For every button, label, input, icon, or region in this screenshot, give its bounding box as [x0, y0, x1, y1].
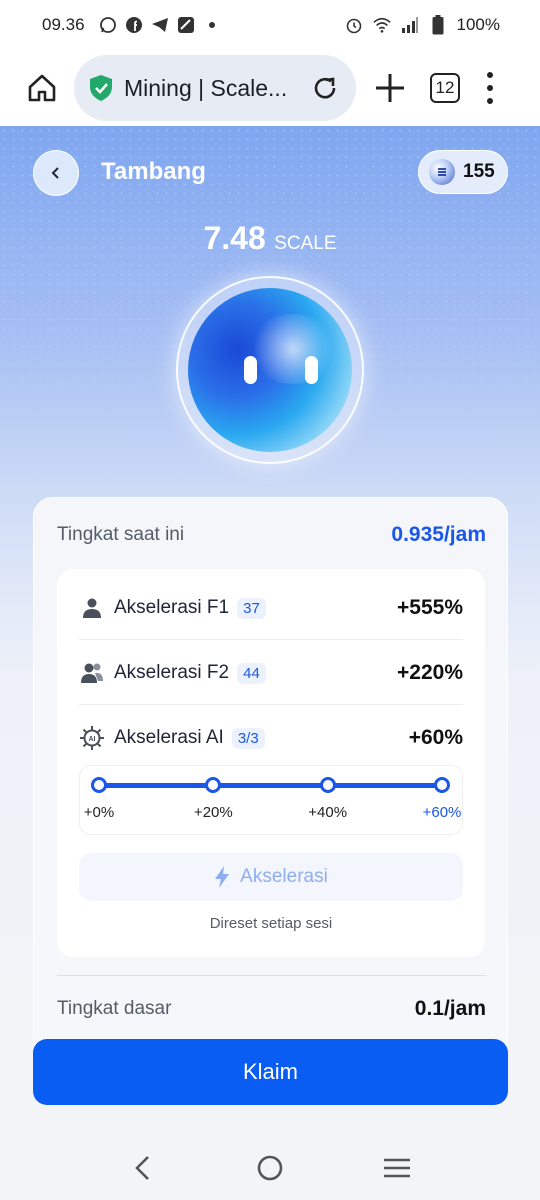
more-menu-button[interactable] — [486, 72, 494, 104]
browser-toolbar: Mining | Scale... 12 — [0, 50, 540, 126]
signal-icon — [401, 16, 419, 34]
more-dot — [487, 98, 493, 104]
nav-recents-button[interactable] — [377, 1148, 417, 1188]
status-time: 09.36 — [42, 15, 85, 34]
acceleration-count-badge: 3/3 — [231, 727, 265, 749]
scale-coin-icon — [429, 159, 455, 185]
telegram-icon — [151, 16, 169, 34]
acceleration-ai-row: AI Akselerasi AI 3/3 +60% — [79, 720, 463, 756]
plus-icon — [376, 74, 404, 102]
current-rate-row: Tingkat saat ini 0.935/jam — [57, 523, 486, 547]
current-rate-label: Tingkat saat ini — [57, 524, 185, 545]
dot-icon — [203, 16, 221, 34]
whatsapp-icon — [99, 16, 117, 34]
page-url-title: Mining | Scale... — [124, 74, 288, 101]
slider-knob[interactable] — [205, 777, 222, 793]
lightning-icon — [215, 866, 230, 888]
divider — [79, 639, 463, 640]
back-button[interactable] — [33, 150, 79, 196]
chevron-left-icon — [135, 1156, 150, 1180]
tab-count: 12 — [435, 78, 455, 97]
divider — [57, 975, 486, 976]
acceleration-percent: +220% — [397, 661, 463, 684]
current-rate-value: 0.935/jam — [391, 523, 486, 546]
mining-page: Tambang 155 7.48 SCALE Tingkat saat ini … — [0, 126, 540, 1136]
battery-percent: 100% — [456, 15, 500, 34]
people-icon — [79, 660, 105, 686]
acceleration-name: Akselerasi F2 — [114, 662, 230, 683]
circle-home-icon — [257, 1155, 283, 1181]
claim-button[interactable]: Klaim — [33, 1039, 508, 1105]
slider-level-label: +60% — [422, 804, 462, 821]
nav-home-button[interactable] — [250, 1148, 290, 1188]
acceleration-f2-row: Akselerasi F2 44 +220% — [79, 655, 463, 691]
reload-button[interactable] — [308, 71, 342, 105]
system-nav-bar — [0, 1136, 540, 1200]
chevron-left-icon — [51, 167, 59, 179]
home-icon — [28, 74, 56, 102]
more-dot — [487, 72, 493, 78]
accelerate-button-label: Akselerasi — [240, 866, 328, 887]
address-bar[interactable]: Mining | Scale... — [74, 55, 356, 121]
accelerate-button[interactable]: Akselerasi — [79, 853, 463, 901]
status-left: 09.36 — [42, 15, 221, 35]
wifi-icon — [372, 16, 391, 34]
page-title: Tambang — [101, 158, 206, 185]
reset-note: Direset setiap sesi — [209, 915, 333, 932]
alarm-icon — [345, 16, 363, 34]
gallery-icon — [177, 16, 195, 34]
orb-sphere — [188, 288, 352, 452]
acceleration-panel: Akselerasi F1 37 +555% Akselerasi F2 44 … — [57, 569, 485, 957]
mining-orb[interactable] — [176, 276, 364, 464]
menu-lines-icon — [383, 1158, 410, 1178]
orb-eye-right — [305, 356, 318, 384]
svg-text:AI: AI — [89, 736, 96, 743]
mined-amount: 7.48 SCALE — [0, 220, 540, 257]
acceleration-name: Akselerasi AI — [114, 727, 224, 748]
new-tab-button[interactable] — [370, 68, 410, 108]
acceleration-count-badge: 44 — [237, 662, 266, 684]
home-button[interactable] — [20, 66, 64, 110]
acceleration-f1-row: Akselerasi F1 37 +555% — [79, 590, 463, 626]
acceleration-count-badge: 37 — [237, 597, 266, 619]
acceleration-name: Akselerasi F1 — [114, 597, 230, 618]
ai-level-slider: +0% +20% +40% +60% — [79, 765, 463, 835]
acceleration-percent: +555% — [397, 596, 463, 619]
more-dot — [487, 85, 493, 91]
slider-knob[interactable] — [91, 777, 107, 793]
base-rate-row: Tingkat dasar 0.1/jam — [57, 997, 486, 1021]
slider-knob[interactable] — [319, 777, 336, 793]
status-right: 100% — [345, 15, 500, 35]
base-rate-label: Tingkat dasar — [57, 998, 172, 1019]
orb-eye-left — [244, 356, 257, 384]
balance-amount: 155 — [463, 161, 495, 182]
balance-badge[interactable]: 155 — [418, 150, 508, 194]
mined-amount-value: 7.48 — [203, 220, 266, 256]
person-icon — [79, 595, 105, 621]
reload-icon — [314, 77, 336, 99]
slider-knob[interactable] — [434, 777, 450, 793]
status-bar: 09.36 100% — [0, 0, 540, 50]
tab-switcher-button[interactable]: 12 — [430, 73, 460, 103]
acceleration-percent: +60% — [408, 726, 463, 749]
base-rate-value: 0.1/jam — [414, 997, 486, 1020]
nav-back-button[interactable] — [123, 1148, 163, 1188]
slider-track — [99, 783, 442, 788]
ai-chip-icon: AI — [79, 725, 105, 751]
divider — [79, 704, 463, 705]
battery-icon — [429, 15, 447, 35]
slider-level-label: +40% — [308, 804, 348, 821]
rate-card: Tingkat saat ini 0.935/jam Akselerasi F1… — [33, 497, 508, 1057]
facebook-icon — [125, 16, 143, 34]
secure-shield-icon — [88, 74, 114, 102]
slider-level-label: +20% — [193, 804, 233, 821]
slider-level-label: +0% — [83, 804, 115, 821]
mined-amount-unit: SCALE — [274, 233, 337, 254]
